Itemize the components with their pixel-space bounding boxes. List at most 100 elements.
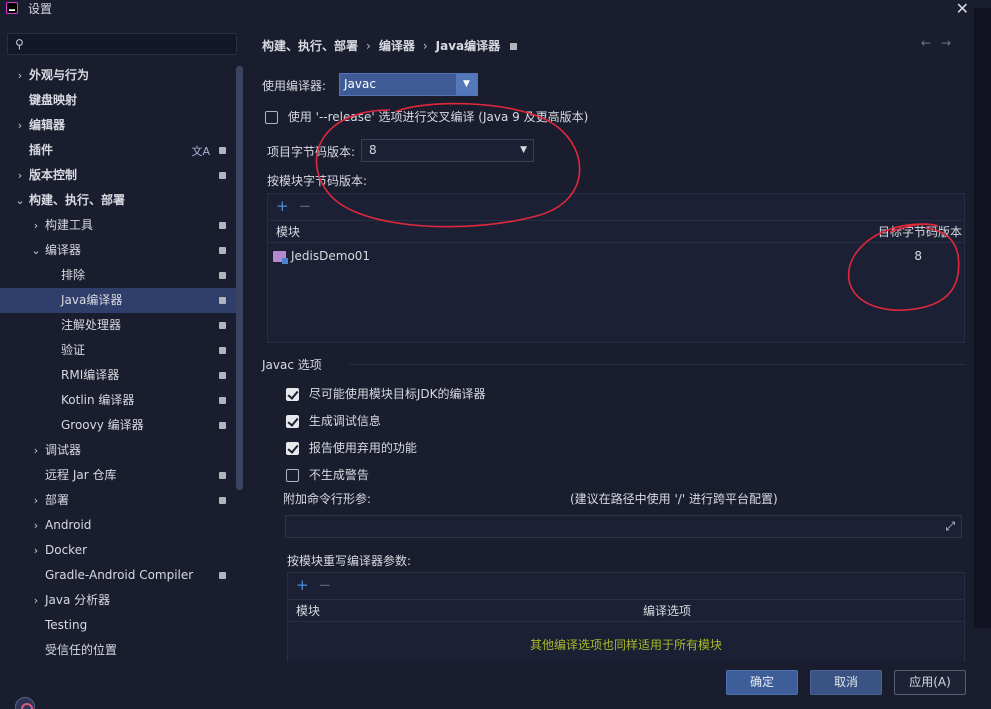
chevron-right-icon[interactable]: › — [15, 113, 25, 138]
option-checkbox[interactable] — [286, 388, 299, 401]
pin-icon — [219, 372, 226, 379]
sidebar-item-label: RMI编译器 — [61, 368, 120, 382]
sidebar-item[interactable]: › Docker — [0, 538, 236, 563]
sidebar-item[interactable]: RMI编译器 — [0, 363, 236, 388]
sidebar-item-label: Docker — [45, 543, 88, 557]
sidebar-item[interactable]: Gradle-Android Compiler — [0, 563, 236, 588]
sidebar-item[interactable]: ⌄ 编译器 — [0, 238, 236, 263]
apply-button[interactable]: 应用(A) — [894, 670, 966, 695]
javac-option-row[interactable]: 报告使用弃用的功能 — [286, 439, 417, 456]
title-bar: 设置 ✕ — [0, 0, 991, 18]
release-option-label: 使用 '--release' 选项进行交叉编译 (Java 9 及更高版本) — [287, 110, 589, 124]
cancel-button[interactable]: 取消 — [810, 670, 882, 695]
sidebar-item-label: 部署 — [45, 493, 70, 507]
sidebar-item[interactable]: Kotlin 编译器 — [0, 388, 236, 413]
nav-arrows: ←→ — [921, 36, 961, 50]
sidebar-item-label: 受信任的位置 — [45, 643, 118, 657]
empty-table-hint: 其他编译选项也同样适用于所有模块 — [529, 638, 722, 652]
sidebar-item[interactable]: › 外观与行为 — [0, 63, 236, 88]
sidebar-item[interactable]: › 编辑器 — [0, 113, 236, 138]
help-icon[interactable] — [15, 697, 35, 709]
sidebar-item[interactable]: › Java 分析器 — [0, 588, 236, 613]
pin-icon — [219, 172, 226, 179]
extra-args-hint: (建议在路径中使用 '/' 进行跨平台配置) — [570, 492, 778, 506]
close-icon[interactable]: ✕ — [956, 0, 969, 18]
per-module-table: + − 模块 目标字节码版本 JedisDemo01 8 — [267, 193, 965, 343]
back-arrow-icon[interactable]: ← — [921, 36, 941, 50]
sidebar-item[interactable]: › 调试器 — [0, 438, 236, 463]
breadcrumb-separator: › — [422, 39, 428, 53]
bytecode-dropdown[interactable]: 8 ▼ — [361, 139, 534, 162]
sidebar-item-label: 构建、执行、部署 — [29, 193, 126, 207]
javac-option-row[interactable]: 生成调试信息 — [286, 412, 381, 429]
add-icon[interactable]: + — [276, 197, 289, 215]
sidebar-item[interactable]: 远程 Jar 仓库 — [0, 463, 236, 488]
sidebar-item[interactable]: › 部署 — [0, 488, 236, 513]
extra-args-input[interactable]: ⤢ — [285, 515, 962, 538]
sidebar-item[interactable]: › 版本控制 — [0, 163, 236, 188]
chevron-right-icon[interactable]: › — [31, 538, 41, 563]
chevron-right-icon[interactable]: › — [31, 588, 41, 613]
forward-arrow-icon[interactable]: → — [941, 36, 961, 50]
sidebar-item-label: 版本控制 — [29, 168, 78, 182]
release-checkbox[interactable] — [265, 111, 278, 124]
pin-icon — [219, 297, 226, 304]
search-input[interactable] — [34, 36, 232, 52]
pin-icon — [219, 222, 226, 229]
javac-option-row[interactable]: 不生成警告 — [286, 466, 369, 483]
add-icon[interactable]: + — [296, 576, 309, 594]
settings-sidebar: ⚲ › 外观与行为 键盘映射 › 编辑器 插件 文A › 版本控制 ⌄ 构建、执行、部署 › 构建工具 ⌄… — [0, 24, 244, 709]
sidebar-item-label: Testing — [45, 618, 88, 632]
chevron-right-icon[interactable]: › — [15, 163, 25, 188]
expand-icon[interactable]: ⤢ — [945, 519, 955, 534]
column-header-options: 编译选项 — [643, 604, 692, 618]
pin-icon — [219, 272, 226, 279]
sidebar-item-label: Kotlin 编译器 — [61, 393, 135, 407]
sidebar-item[interactable]: Groovy 编译器 — [0, 413, 236, 438]
sidebar-item-label: 编译器 — [45, 243, 82, 257]
option-checkbox[interactable] — [286, 469, 299, 482]
chevron-down-icon[interactable]: ⌄ — [15, 188, 25, 213]
chevron-right-icon[interactable]: › — [31, 488, 41, 513]
sidebar-item[interactable]: 验证 — [0, 338, 236, 363]
chevron-right-icon[interactable]: › — [31, 438, 41, 463]
chevron-right-icon[interactable]: › — [31, 513, 41, 538]
chevron-right-icon[interactable]: › — [31, 213, 41, 238]
ok-button[interactable]: 确定 — [726, 670, 798, 695]
sidebar-item[interactable]: Java编译器 — [0, 288, 236, 313]
sidebar-item-label: 注解处理器 — [61, 318, 122, 332]
sidebar-item-label: 键盘映射 — [29, 93, 78, 107]
javac-option-row[interactable]: 尽可能使用模块目标JDK的编译器 — [286, 385, 485, 402]
release-option[interactable]: 使用 '--release' 选项进行交叉编译 (Java 9 及更高版本) — [265, 108, 588, 125]
sidebar-scrollbar[interactable] — [236, 66, 243, 490]
sidebar-item[interactable]: › Android — [0, 513, 236, 538]
window-title: 设置 — [28, 1, 53, 16]
pin-icon — [219, 572, 226, 579]
sidebar-item[interactable]: 插件 文A — [0, 138, 236, 163]
sidebar-item[interactable]: 排除 — [0, 263, 236, 288]
option-checkbox[interactable] — [286, 442, 299, 455]
app-logo-icon — [6, 2, 18, 14]
search-field[interactable]: ⚲ — [7, 33, 237, 55]
remove-icon[interactable]: − — [319, 576, 332, 594]
sidebar-item-label: 远程 Jar 仓库 — [45, 468, 117, 482]
sidebar-item[interactable]: 注解处理器 — [0, 313, 236, 338]
sidebar-item[interactable]: Testing — [0, 613, 236, 638]
table-row[interactable]: JedisDemo01 8 — [268, 244, 964, 268]
module-target: 8 — [914, 249, 922, 263]
chevron-right-icon[interactable]: › — [15, 63, 25, 88]
sidebar-item[interactable]: ⌄ 构建、执行、部署 — [0, 188, 236, 213]
chevron-down-icon[interactable]: ⌄ — [31, 238, 41, 263]
pin-icon — [219, 347, 226, 354]
breadcrumb-separator: › — [366, 39, 371, 53]
remove-icon[interactable]: − — [299, 197, 312, 215]
pin-icon — [510, 43, 518, 50]
option-checkbox[interactable] — [286, 415, 299, 428]
sidebar-item[interactable]: 受信任的位置 — [0, 638, 236, 663]
compiler-dropdown[interactable]: Javac ▼ — [339, 73, 478, 96]
sidebar-item-label: 验证 — [61, 343, 86, 357]
table-header: 模块 目标字节码版本 — [268, 220, 964, 243]
sidebar-item[interactable]: › 构建工具 — [0, 213, 236, 238]
section-divider — [349, 364, 964, 365]
sidebar-item[interactable]: 键盘映射 — [0, 88, 236, 113]
